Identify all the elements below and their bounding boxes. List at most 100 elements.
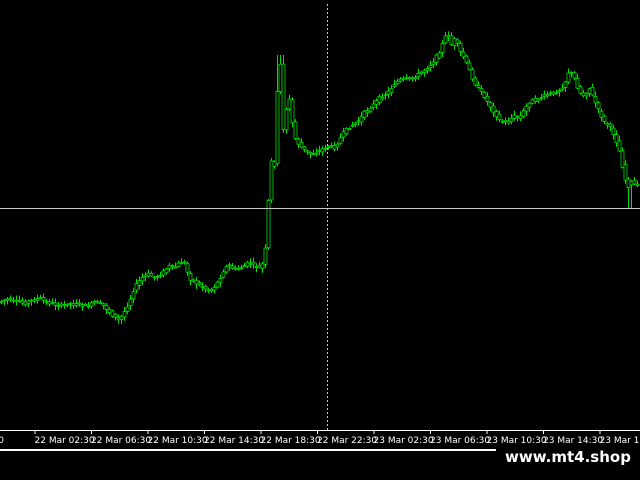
candle-body xyxy=(248,262,253,265)
candle-body xyxy=(452,38,457,46)
candle-body xyxy=(209,288,214,291)
candle-body xyxy=(200,285,205,288)
candle-body xyxy=(494,111,499,118)
candle-body xyxy=(293,121,298,139)
candle-body xyxy=(434,54,439,63)
candle-body xyxy=(173,266,178,269)
candle-body xyxy=(503,120,508,123)
candle-body xyxy=(542,94,547,97)
candle-body xyxy=(485,96,490,102)
candle-body xyxy=(68,302,73,305)
time-axis-label: 22 Mar 10:30 xyxy=(148,436,208,446)
candle-body xyxy=(479,88,484,92)
candle-body xyxy=(257,264,262,268)
candle-body xyxy=(437,52,442,59)
candle-body xyxy=(491,105,496,113)
candle-body xyxy=(461,51,466,58)
candle-body xyxy=(389,88,394,94)
candle-body xyxy=(533,97,538,102)
candle-body xyxy=(359,115,364,123)
candle-body xyxy=(191,279,196,282)
candle-body xyxy=(554,92,559,94)
candle-body xyxy=(551,91,556,95)
candle-body xyxy=(395,80,400,85)
candle-body xyxy=(383,94,388,97)
candle-body xyxy=(317,150,322,152)
candle-body xyxy=(611,127,616,135)
candle-body xyxy=(101,303,106,306)
candle-body xyxy=(422,69,427,74)
candle-body xyxy=(362,110,367,118)
time-axis-label: 23 Mar 06:30 xyxy=(430,436,490,446)
candle-body xyxy=(242,265,247,268)
candle-body xyxy=(38,297,43,300)
candle-body xyxy=(509,117,514,123)
candle-body xyxy=(473,77,478,86)
candle-body xyxy=(95,301,100,304)
candle-body xyxy=(5,298,10,301)
candle-body xyxy=(320,148,325,153)
candle-body xyxy=(83,303,88,306)
candle-body xyxy=(122,311,127,318)
candle-body xyxy=(449,35,454,46)
candle-body xyxy=(506,120,511,124)
time-axis-label: 23 Mar 02:30 xyxy=(374,436,434,446)
candle-body xyxy=(497,113,502,121)
candle-body xyxy=(458,43,463,52)
candle-body xyxy=(158,274,163,277)
candle-body xyxy=(428,64,433,69)
candle-body xyxy=(407,77,412,80)
candle-body xyxy=(296,138,301,145)
candle-body xyxy=(50,301,55,304)
candle-body xyxy=(143,274,148,277)
candle-body xyxy=(332,144,337,150)
candle-body xyxy=(155,276,160,279)
candle-body xyxy=(593,96,598,104)
candle-body xyxy=(284,109,289,131)
candle-body xyxy=(164,268,169,274)
candle-body xyxy=(413,77,418,80)
candle-body xyxy=(29,299,34,302)
candle-body xyxy=(572,72,577,79)
candle-body xyxy=(632,180,637,185)
candle-body xyxy=(14,299,19,302)
candle-body xyxy=(539,97,544,99)
candle-body xyxy=(620,150,625,168)
candle-body xyxy=(635,183,640,186)
candle-body xyxy=(176,262,181,267)
candle-body xyxy=(233,267,238,270)
candle-body xyxy=(329,145,334,148)
candle-body xyxy=(80,304,85,307)
candle-body xyxy=(86,305,91,308)
candle-body xyxy=(77,302,82,305)
candle-body xyxy=(113,313,118,318)
candle-body xyxy=(440,43,445,53)
candle-body xyxy=(281,63,286,130)
candle-body xyxy=(56,305,61,308)
chart-background xyxy=(0,0,640,480)
candle-body xyxy=(470,69,475,80)
time-axis-label: 22 Mar 06:30 xyxy=(91,436,151,446)
candle-body xyxy=(569,72,574,74)
candle-body xyxy=(488,102,493,108)
candle-body xyxy=(602,115,607,122)
candle-body xyxy=(341,131,346,138)
time-axis-label: 22 Mar 22:30 xyxy=(317,436,377,446)
candle-body xyxy=(515,116,520,119)
candle-body xyxy=(92,301,97,304)
candle-body xyxy=(74,303,79,306)
candle-body xyxy=(548,92,553,95)
candle-body xyxy=(290,99,295,124)
candle-body xyxy=(188,272,193,281)
candle-body xyxy=(596,102,601,110)
candle-body xyxy=(20,300,25,304)
candle-body xyxy=(299,141,304,148)
candle-body xyxy=(308,151,313,155)
candle-body xyxy=(404,77,409,80)
candle-body xyxy=(221,271,226,278)
candle-body xyxy=(455,39,460,44)
candle-body xyxy=(161,270,166,276)
candle-body xyxy=(32,299,37,302)
candle-body xyxy=(218,278,223,283)
candle-body xyxy=(476,84,481,88)
